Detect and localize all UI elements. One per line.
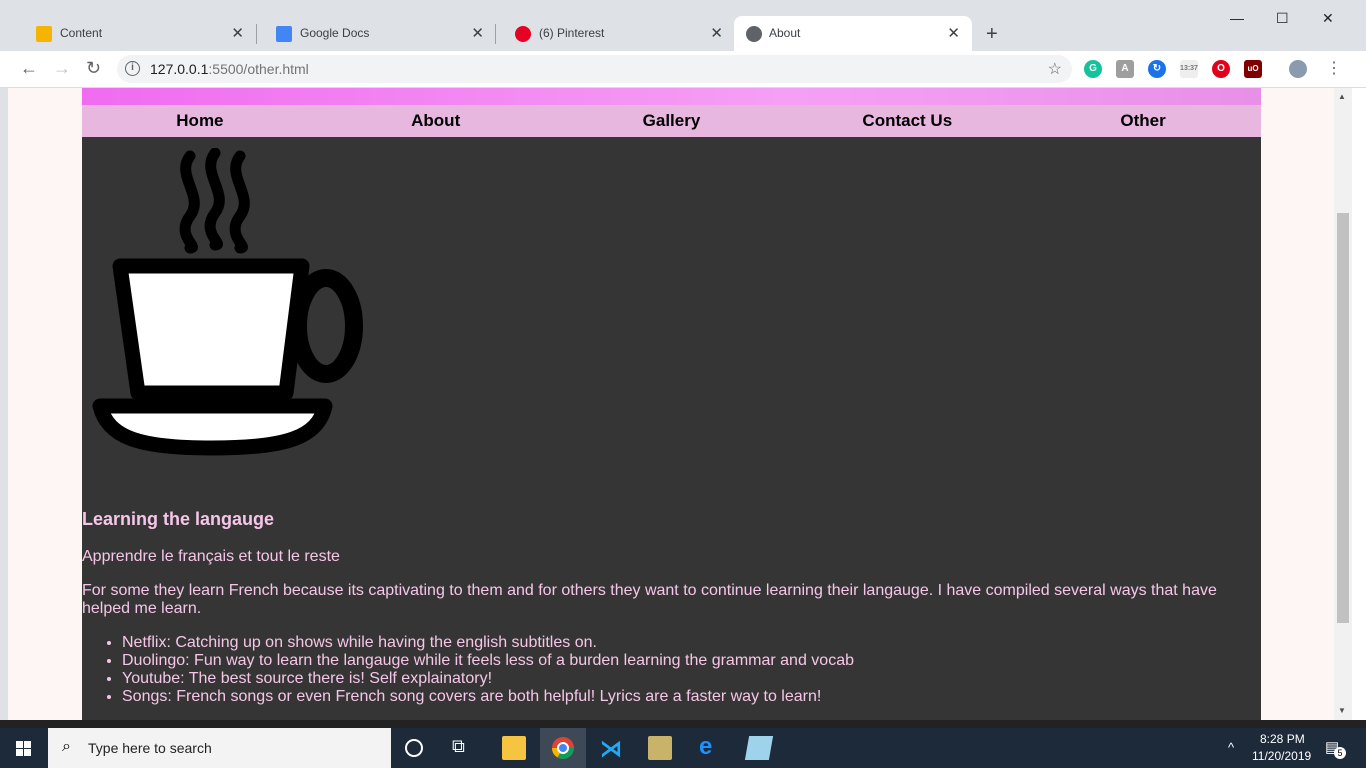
cortana-icon[interactable]	[405, 739, 423, 757]
header-banner	[82, 88, 1261, 105]
list-item: Netflix: Catching up on shows while havi…	[122, 634, 1232, 652]
section-heading: Learning the langauge	[82, 509, 275, 529]
close-icon[interactable]: ✕	[231, 24, 244, 42]
new-tab-icon[interactable]: +	[986, 23, 998, 46]
page-container: Home About Gallery Contact Us Other Lear…	[82, 88, 1261, 720]
avatar[interactable]	[1289, 60, 1307, 78]
extension-icon[interactable]: A	[1116, 60, 1134, 78]
notification-badge: 5	[1334, 747, 1346, 759]
tab-strip: Content ✕ Google Docs ✕ (6) Pinterest ✕ …	[0, 0, 1366, 51]
close-icon[interactable]: ✕	[710, 24, 723, 42]
slides-icon	[36, 26, 52, 42]
bookmark-star-icon[interactable]: ☆	[1048, 59, 1062, 79]
tab-content[interactable]: Content ✕	[8, 16, 256, 51]
main-content: Learning the langauge Apprendre le franç…	[82, 509, 1232, 706]
tab-title: (6) Pinterest	[539, 26, 605, 40]
taskbar-search[interactable]: ⌕ Type here to search	[48, 728, 391, 768]
intro-paragraph: For some they learn French because its c…	[82, 582, 1217, 617]
url-text: 127.0.0.1:5500/other.html	[150, 61, 309, 77]
clock-extension-icon[interactable]: 13:37	[1180, 60, 1198, 78]
windows-logo-icon	[16, 741, 31, 756]
list-item: Youtube: The best source there is! Self …	[122, 670, 1232, 688]
scroll-up-icon[interactable]: ▲	[1338, 92, 1346, 101]
tab-title: Content	[60, 26, 103, 40]
minimize-icon[interactable]: —	[1230, 10, 1244, 26]
tab-google-docs[interactable]: Google Docs ✕	[248, 16, 496, 51]
list-item: Songs: French songs or even French song …	[122, 688, 1232, 706]
site-nav: Home About Gallery Contact Us Other	[82, 105, 1261, 137]
task-view-icon[interactable]: ⧉	[452, 736, 476, 760]
search-icon: ⌕	[62, 738, 71, 755]
tray-chevron-icon[interactable]: ^	[1228, 740, 1234, 755]
tab-title: About	[769, 26, 801, 40]
start-button[interactable]	[0, 728, 48, 768]
close-icon[interactable]: ✕	[471, 24, 484, 42]
grammarly-icon[interactable]: G	[1084, 60, 1102, 78]
opera-icon[interactable]: O	[1212, 60, 1230, 78]
vertical-scrollbar[interactable]: ▲ ▼	[1334, 88, 1352, 720]
window-edge	[1352, 88, 1366, 720]
menu-icon[interactable]: ⋮	[1326, 58, 1342, 78]
search-placeholder: Type here to search	[88, 740, 212, 756]
tab-pinterest[interactable]: (6) Pinterest ✕	[487, 16, 735, 51]
file-explorer-icon[interactable]	[502, 736, 526, 760]
scroll-down-icon[interactable]: ▼	[1338, 706, 1346, 715]
reload-icon[interactable]: ↻	[86, 58, 101, 79]
tab-title: Google Docs	[300, 26, 370, 40]
subtitle: Apprendre le français et tout le reste	[82, 548, 340, 565]
chrome-icon	[552, 737, 574, 759]
globe-icon	[746, 26, 762, 42]
pinterest-icon	[515, 26, 531, 42]
notepad-icon[interactable]	[744, 736, 774, 760]
resource-list: Netflix: Catching up on shows while havi…	[122, 634, 1232, 706]
sync-icon[interactable]: ↻	[1148, 60, 1166, 78]
info-icon[interactable]: i	[125, 61, 140, 76]
vscode-icon[interactable]: ⋊	[600, 736, 624, 761]
forward-icon[interactable]: →	[53, 58, 71, 79]
window-close-icon[interactable]: ✕	[1322, 10, 1334, 27]
nav-gallery[interactable]: Gallery	[554, 105, 790, 137]
maximize-icon[interactable]: ☐	[1276, 10, 1289, 27]
edge-icon[interactable]: e	[699, 735, 723, 760]
taskbar-edge	[0, 720, 1366, 728]
scrollbar-thumb[interactable]	[1337, 213, 1349, 623]
clock-date[interactable]: 11/20/2019	[1252, 749, 1311, 763]
tab-about[interactable]: About ✕	[734, 16, 972, 51]
ublock-icon[interactable]: uO	[1244, 60, 1262, 78]
chrome-taskbar-button[interactable]	[540, 728, 586, 768]
clock-time[interactable]: 8:28 PM	[1260, 732, 1305, 746]
taskbar: ⌕ Type here to search ⧉ ⋊ e ^ 8:28 PM 11…	[0, 728, 1366, 768]
app-icon[interactable]	[648, 736, 672, 760]
nav-home[interactable]: Home	[82, 105, 318, 137]
coffee-cup-icon	[92, 148, 363, 456]
docs-icon	[276, 26, 292, 42]
browser-toolbar: ← → ↻ i 127.0.0.1:5500/other.html ☆ G A …	[0, 51, 1366, 88]
nav-about[interactable]: About	[318, 105, 554, 137]
back-icon[interactable]: ←	[20, 58, 38, 79]
page-viewport: Home About Gallery Contact Us Other Lear…	[8, 88, 1334, 720]
nav-contact-us[interactable]: Contact Us	[789, 105, 1025, 137]
close-icon[interactable]: ✕	[947, 24, 960, 42]
nav-other[interactable]: Other	[1025, 105, 1261, 137]
address-bar[interactable]: i 127.0.0.1:5500/other.html ☆	[117, 55, 1072, 83]
list-item: Duolingo: Fun way to learn the langauge …	[122, 652, 1232, 670]
